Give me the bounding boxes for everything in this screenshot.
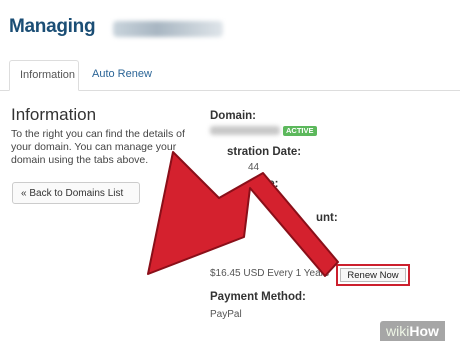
expiry-date-label: ate: xyxy=(258,178,279,190)
domain-label: Domain: xyxy=(210,110,256,122)
back-to-domains-button[interactable]: « Back to Domains List xyxy=(12,182,140,204)
domain-value-blurred xyxy=(210,126,280,135)
price-value: $16.45 USD Every 1 Years xyxy=(210,268,329,279)
wikihow-watermark: wikiHow xyxy=(380,321,445,341)
domain-name-blurred xyxy=(113,21,223,37)
tab-auto-renew[interactable]: Auto Renew xyxy=(82,60,162,89)
intro-text: To the right you can find the details of… xyxy=(11,128,185,166)
amount-label: unt: xyxy=(316,212,338,224)
status-badge: ACTIVE xyxy=(283,126,317,136)
red-arrow-shape xyxy=(147,151,339,277)
renew-now-label: Renew Now xyxy=(340,268,406,282)
tab-bar: Information Auto Renew xyxy=(0,54,460,91)
page-title: Managing xyxy=(9,16,96,37)
renew-now-button[interactable]: Renew Now xyxy=(336,264,410,286)
registration-date-label: stration Date: xyxy=(227,146,302,158)
section-heading: Information xyxy=(11,105,97,124)
payment-method-value: PayPal xyxy=(210,309,242,320)
payment-method-label: Payment Method: xyxy=(210,291,306,303)
registration-date-value: 44 xyxy=(248,162,260,173)
tab-information[interactable]: Information xyxy=(9,60,79,91)
